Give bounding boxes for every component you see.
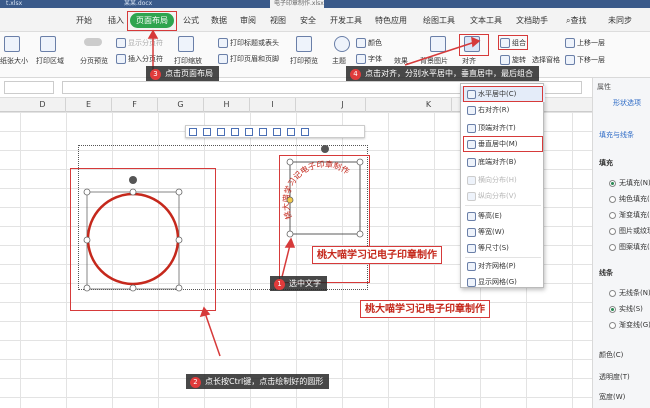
fill-none-radio[interactable]: 无填充(N): [609, 178, 650, 188]
distribute-h-icon: [467, 175, 476, 185]
tab-shape-options[interactable]: 形状选项: [613, 98, 641, 108]
radio-icon: [609, 179, 616, 187]
properties-panel: 属性 形状选项 填充与线条 填充 无填充(N) 纯色填充(S) 渐变填充(G) …: [592, 78, 650, 408]
same-height-icon: [467, 211, 476, 221]
fill-pattern-radio[interactable]: 图案填充(A): [609, 242, 650, 252]
menu-item-align-top[interactable]: 顶端对齐(T): [461, 120, 545, 136]
menu-item-same-width[interactable]: 等宽(W): [461, 224, 545, 240]
transparency-label: 透明度(T): [599, 373, 630, 381]
callout-2: 2 点长按Ctrl键，点击绘制好的圆形: [186, 374, 330, 389]
callout-1: 1 选中文字: [270, 276, 327, 291]
menu-item-align-bottom[interactable]: 底端对齐(B): [461, 154, 545, 170]
callout-3: 3 点击页面布局: [146, 66, 219, 81]
line-gradient-radio[interactable]: 渐变线(G): [609, 320, 650, 330]
line-section-label: 线条: [599, 269, 613, 277]
menu-item-align-right[interactable]: 右对齐(R): [461, 102, 545, 118]
line-none-radio[interactable]: 无线条(N): [609, 288, 650, 298]
annotation-arrows: [147, 29, 481, 357]
align-right-icon: [467, 105, 476, 115]
menu-item-snap-grid[interactable]: 对齐网格(P): [461, 258, 545, 274]
tab-fill-line[interactable]: 填充与线条: [599, 130, 634, 140]
menu-item-distribute-h: 横向分布(H): [461, 172, 545, 188]
same-size-icon: [467, 243, 476, 253]
menu-item-show-grid[interactable]: 显示网格(G): [461, 274, 545, 290]
fill-gradient-radio[interactable]: 渐变填充(G): [609, 210, 650, 220]
radio-icon: [609, 321, 616, 329]
fill-solid-radio[interactable]: 纯色填充(S): [609, 194, 650, 204]
radio-icon: [609, 211, 616, 219]
line-solid-radio[interactable]: 实线(S): [609, 304, 643, 314]
color-label: 颜色(C): [599, 351, 624, 359]
callout-4: 4 点击对齐，分别水平居中，垂直居中，最后组合: [346, 66, 539, 81]
grid-snap-icon: [467, 261, 476, 271]
highlight-box: [463, 136, 543, 152]
align-top-icon: [467, 123, 476, 133]
radio-icon: [609, 195, 616, 203]
grid-icon: [467, 277, 476, 287]
distribute-v-icon: [467, 191, 476, 201]
align-dropdown-menu: 水平居中(C) 右对齐(R) 顶端对齐(T) 垂直居中(M) 底端对齐(B) 横…: [460, 83, 545, 290]
menu-item-distribute-v: 纵向分布(V): [461, 188, 545, 204]
radio-icon: [609, 243, 616, 251]
panel-title: 属性: [597, 83, 611, 91]
fill-picture-radio[interactable]: 图片或纹理填充: [609, 226, 650, 236]
highlight-box: [463, 86, 543, 102]
menu-separator: [465, 205, 541, 206]
align-bottom-icon: [467, 157, 476, 167]
radio-icon: [609, 227, 616, 235]
radio-icon: [609, 305, 616, 313]
width-label: 宽度(W): [599, 393, 626, 401]
menu-item-same-height[interactable]: 等高(E): [461, 208, 545, 224]
menu-item-same-size[interactable]: 等尺寸(S): [461, 240, 545, 256]
radio-icon: [609, 289, 616, 297]
fill-section-label: 填充: [599, 159, 613, 167]
same-width-icon: [467, 227, 476, 237]
